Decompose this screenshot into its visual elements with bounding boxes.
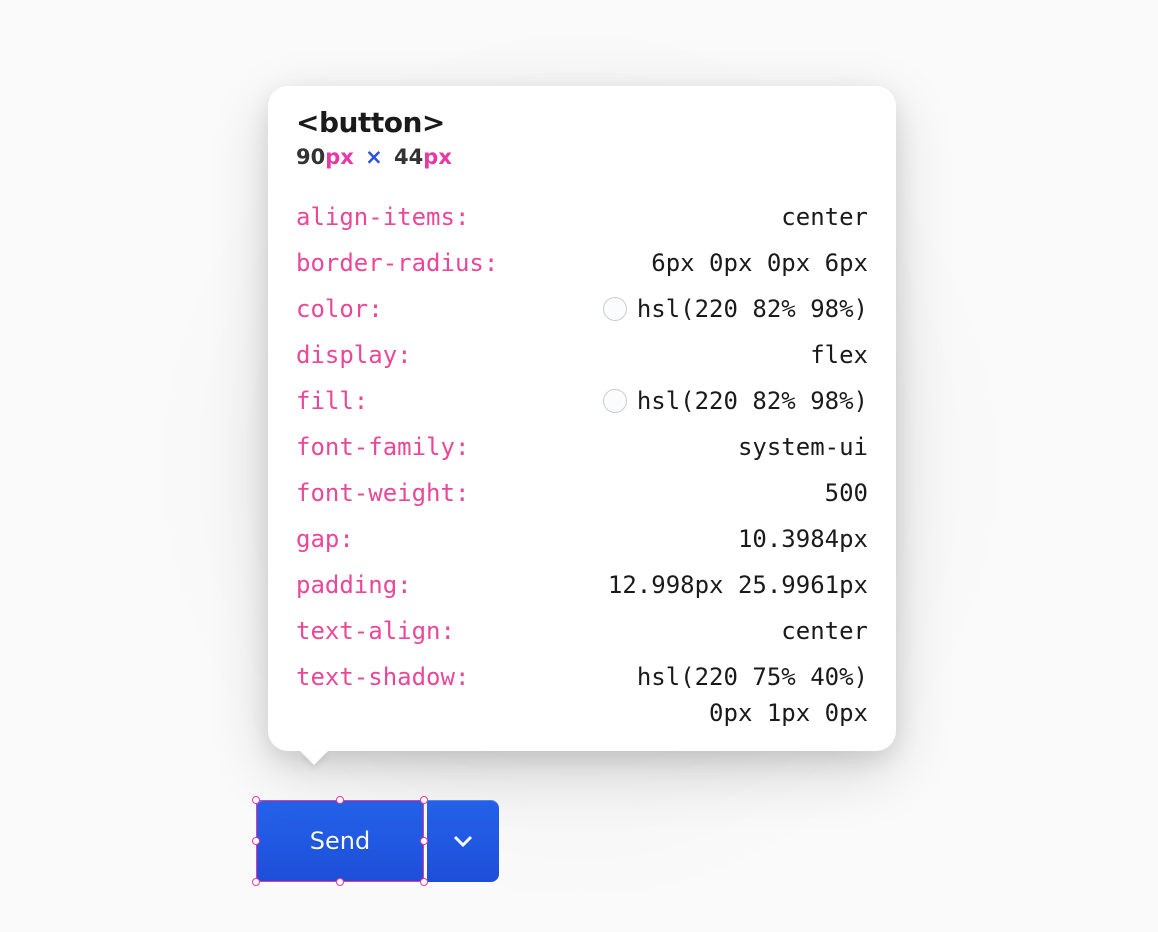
css-property-value: 6px 0px 0px 6px [651, 251, 868, 275]
dimension-separator: × [365, 145, 383, 169]
css-property-value: hsl(220 82% 98%) [603, 389, 868, 413]
tooltip-arrow-icon [300, 751, 328, 765]
css-property-name: text-shadow: [296, 665, 469, 689]
css-property-value: hsl(220 82% 98%) [603, 297, 868, 321]
color-swatch-icon [603, 389, 627, 413]
css-property-name: font-weight: [296, 481, 469, 505]
css-property-row: text-shadow: hsl(220 75% 40%) 0px 1px 0p… [296, 665, 868, 725]
css-property-name: font-family: [296, 435, 469, 459]
dimension-width: 90 [296, 145, 325, 169]
css-property-row: fill: hsl(220 82% 98%) [296, 389, 868, 413]
element-tag: <button> [296, 106, 868, 139]
send-button[interactable]: Send [256, 800, 424, 882]
css-property-value-text: hsl(220 82% 98%) [637, 297, 868, 321]
css-property-row: display: flex [296, 343, 868, 367]
dimension-width-unit: px [325, 145, 354, 169]
css-property-value: center [781, 619, 868, 643]
css-property-name: text-align: [296, 619, 455, 643]
css-property-value: center [781, 205, 868, 229]
css-property-value: system-ui [738, 435, 868, 459]
css-property-row: padding: 12.998px 25.9961px [296, 573, 868, 597]
css-property-name: fill: [296, 389, 368, 413]
inspector-tooltip: <button> 90px × 44px align-items: center… [268, 86, 896, 751]
css-property-row: color: hsl(220 82% 98%) [296, 297, 868, 321]
dimension-height-unit: px [423, 145, 452, 169]
css-property-row: font-weight: 500 [296, 481, 868, 505]
split-button-group: Send [256, 800, 499, 882]
css-property-name: gap: [296, 527, 354, 551]
css-properties-list: align-items: center border-radius: 6px 0… [296, 205, 868, 725]
css-property-name: align-items: [296, 205, 469, 229]
css-property-value: 12.998px 25.9961px [608, 573, 868, 597]
css-property-value: 500 [825, 481, 868, 505]
css-property-value: 10.3984px [738, 527, 868, 551]
css-property-name: padding: [296, 573, 412, 597]
css-property-value-text: hsl(220 82% 98%) [637, 389, 868, 413]
css-property-value: flex [810, 343, 868, 367]
css-property-row: font-family: system-ui [296, 435, 868, 459]
css-property-row: align-items: center [296, 205, 868, 229]
css-property-value-line2: 0px 1px 0px [709, 701, 868, 725]
css-property-value-line1: hsl(220 75% 40%) [637, 665, 868, 689]
css-property-value: hsl(220 75% 40%) 0px 1px 0px [637, 665, 868, 725]
dimension-height: 44 [394, 145, 423, 169]
css-property-row: text-align: center [296, 619, 868, 643]
color-swatch-icon [603, 297, 627, 321]
css-property-name: color: [296, 297, 383, 321]
css-property-name: border-radius: [296, 251, 498, 275]
css-property-row: gap: 10.3984px [296, 527, 868, 551]
send-dropdown-button[interactable] [427, 800, 499, 882]
css-property-name: display: [296, 343, 412, 367]
element-dimensions: 90px × 44px [296, 145, 868, 169]
chevron-down-icon [453, 835, 473, 847]
css-property-row: border-radius: 6px 0px 0px 6px [296, 251, 868, 275]
